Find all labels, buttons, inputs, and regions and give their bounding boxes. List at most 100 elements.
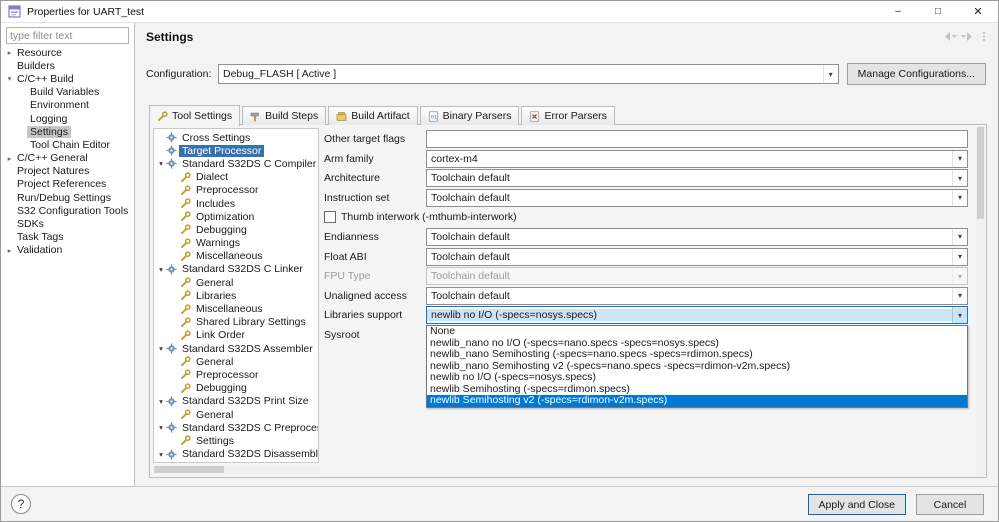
collapse-icon[interactable]: ▾ [156, 423, 166, 432]
tool-tree-item-debugging[interactable]: Debugging [154, 223, 318, 236]
dropdown-option[interactable]: newlib_nano no I/O (-specs=nano.specs -s… [427, 338, 967, 350]
tool-tree-item-link-order[interactable]: Link Order [154, 329, 318, 342]
form-row-instruction-set: Instruction set Toolchain default ▾ [324, 188, 968, 207]
sidebar-item-c-c-general[interactable]: ▸ C/C++ General [1, 152, 134, 165]
field-fpu-type: Toolchain default ▾ [426, 267, 968, 286]
tool-tree-item-dialect[interactable]: Dialect [154, 171, 318, 184]
tab-build-artifact[interactable]: Build Artifact [328, 106, 418, 125]
titlebar[interactable]: Properties for UART_test – □ ✕ [1, 1, 998, 23]
collapse-icon[interactable]: ▾ [156, 159, 166, 168]
combo-architecture[interactable]: Toolchain default ▾ [426, 169, 968, 188]
combo-arm-family[interactable]: cortex-m4 ▾ [426, 149, 968, 168]
sidebar-item-task-tags[interactable]: Task Tags [1, 231, 134, 244]
tool-tree-item-optimization[interactable]: Optimization [154, 210, 318, 223]
tool-tree-item-label: Dialect [196, 171, 229, 184]
tool-tree-item-general[interactable]: General [154, 276, 318, 289]
tool-tree-item-standard-s32ds-disassembler[interactable]: ▾ Standard S32DS Disassembler [154, 448, 318, 461]
sidebar-item-project-natures[interactable]: Project Natures [1, 165, 134, 178]
collapse-icon[interactable]: ▾ [156, 450, 166, 459]
sidebar-item-logging[interactable]: Logging [1, 112, 134, 125]
tab-build-steps[interactable]: Build Steps [242, 106, 327, 125]
dropdown-option[interactable]: newlib_nano Semihosting v2 (-specs=nano.… [427, 361, 967, 373]
tool-tree-item-preprocessor[interactable]: Preprocessor [154, 368, 318, 381]
maximize-button[interactable]: □ [918, 1, 958, 22]
dropdown-option[interactable]: newlib Semihosting (-specs=rdimon.specs) [427, 384, 967, 396]
tool-tree-item-warnings[interactable]: Warnings [154, 237, 318, 250]
tool-tree-item-libraries[interactable]: Libraries [154, 289, 318, 302]
checkbox-thumb-interwork-mthumb-interwork[interactable] [324, 211, 336, 224]
expand-icon[interactable]: ▸ [5, 154, 14, 163]
tool-tree-item-general[interactable]: General [154, 355, 318, 368]
tool-tree-item-shared-library-settings[interactable]: Shared Library Settings [154, 316, 318, 329]
collapse-icon[interactable]: ▾ [156, 265, 166, 274]
collapse-icon[interactable]: ▾ [5, 74, 14, 83]
sidebar-item-sdks[interactable]: SDKs [1, 217, 134, 230]
dropdown-option[interactable]: None [427, 326, 967, 338]
sidebar-item-environment[interactable]: Environment [1, 99, 134, 112]
tool-category-icon [166, 145, 179, 156]
tool-tree-item-miscellaneous[interactable]: Miscellaneous [154, 302, 318, 315]
sidebar-item-c-c-build[interactable]: ▾ C/C++ Build [1, 72, 134, 85]
tool-tree-item-standard-s32ds-c-compiler[interactable]: ▾ Standard S32DS C Compiler [154, 157, 318, 170]
tool-tree-item-standard-s32ds-c-linker[interactable]: ▾ Standard S32DS C Linker [154, 263, 318, 276]
sidebar-item-label: Environment [30, 99, 89, 112]
expand-icon[interactable]: ▸ [5, 48, 14, 57]
input-other-target-flags[interactable] [426, 130, 968, 148]
close-button[interactable]: ✕ [958, 1, 998, 22]
sidebar-item-label: Validation [17, 244, 63, 257]
sidebar-item-project-references[interactable]: Project References [1, 178, 134, 191]
sidebar-item-tool-chain-editor[interactable]: Tool Chain Editor [1, 138, 134, 151]
sidebar-item-build-variables[interactable]: Build Variables [1, 86, 134, 99]
tree-horizontal-scrollbar[interactable] [153, 465, 320, 474]
scrollbar-thumb[interactable] [154, 466, 224, 473]
forward-icon[interactable] [961, 31, 977, 42]
sidebar-item-validation[interactable]: ▸ Validation [1, 244, 134, 257]
tab-label: Build Steps [265, 110, 319, 122]
tool-tree-item-cross-settings[interactable]: Cross Settings [154, 131, 318, 144]
dropdown-option[interactable]: newlib Semihosting v2 (-specs=rdimon-v2m… [427, 395, 967, 407]
sidebar-item-run-debug-settings[interactable]: Run/Debug Settings [1, 191, 134, 204]
tool-tree-item-settings[interactable]: Settings [154, 461, 318, 462]
dropdown-option[interactable]: newlib_nano Semihosting (-specs=nano.spe… [427, 349, 967, 361]
tab-tool-settings[interactable]: Tool Settings [149, 105, 241, 126]
tool-tree-item-target-processor[interactable]: Target Processor [154, 144, 318, 157]
tool-tree-item-debugging[interactable]: Debugging [154, 382, 318, 395]
tab-error-parsers[interactable]: Error Parsers [521, 106, 615, 125]
window-title: Properties for UART_test [27, 5, 145, 18]
configuration-combo[interactable]: Debug_FLASH [ Active ] ▾ [218, 64, 839, 84]
tool-tree-item-settings[interactable]: Settings [154, 434, 318, 447]
combo-instruction-set[interactable]: Toolchain default ▾ [426, 188, 968, 207]
combo-float-abi[interactable]: Toolchain default ▾ [426, 247, 968, 266]
combo-fpu-type[interactable]: Toolchain default ▾ [426, 267, 968, 286]
page-vertical-scrollbar[interactable] [976, 126, 985, 476]
tab-binary-parsers[interactable]: 01 Binary Parsers [419, 106, 520, 125]
chevron-down-icon: ▾ [952, 268, 967, 285]
manage-configurations-button[interactable]: Manage Configurations... [846, 63, 986, 85]
collapse-icon[interactable]: ▾ [156, 344, 166, 353]
filter-input[interactable] [6, 27, 129, 44]
scrollbar-thumb[interactable] [977, 127, 984, 219]
combo-libraries-support[interactable]: newlib no I/O (-specs=nosys.specs) ▾ [426, 306, 968, 325]
tool-tree-item-miscellaneous[interactable]: Miscellaneous [154, 250, 318, 263]
back-icon[interactable] [942, 31, 958, 42]
dropdown-option[interactable]: newlib no I/O (-specs=nosys.specs) [427, 372, 967, 384]
help-button[interactable]: ? [11, 494, 31, 514]
tool-tree-item-includes[interactable]: Includes [154, 197, 318, 210]
tool-tree-item-preprocessor[interactable]: Preprocessor [154, 184, 318, 197]
combo-endianness[interactable]: Toolchain default ▾ [426, 227, 968, 246]
tool-tree-item-standard-s32ds-c-preprocessor[interactable]: ▾ Standard S32DS C Preprocessor [154, 421, 318, 434]
expand-icon[interactable]: ▸ [5, 246, 14, 255]
collapse-icon[interactable]: ▾ [156, 397, 166, 406]
sidebar-item-settings[interactable]: Settings [1, 125, 134, 138]
sidebar-item-resource[interactable]: ▸ Resource [1, 46, 134, 59]
tool-tree-item-standard-s32ds-assembler[interactable]: ▾ Standard S32DS Assembler [154, 342, 318, 355]
minimize-button[interactable]: – [878, 1, 918, 22]
sidebar-item-s32-configuration-tools[interactable]: S32 Configuration Tools [1, 204, 134, 217]
view-menu-icon[interactable] [980, 31, 988, 42]
apply-and-close-button[interactable]: Apply and Close [807, 494, 906, 515]
combo-unaligned-access[interactable]: Toolchain default ▾ [426, 286, 968, 305]
tool-tree-item-standard-s32ds-print-size[interactable]: ▾ Standard S32DS Print Size [154, 395, 318, 408]
cancel-button[interactable]: Cancel [916, 494, 984, 515]
tool-tree-item-general[interactable]: General [154, 408, 318, 421]
sidebar-item-builders[interactable]: Builders [1, 59, 134, 72]
